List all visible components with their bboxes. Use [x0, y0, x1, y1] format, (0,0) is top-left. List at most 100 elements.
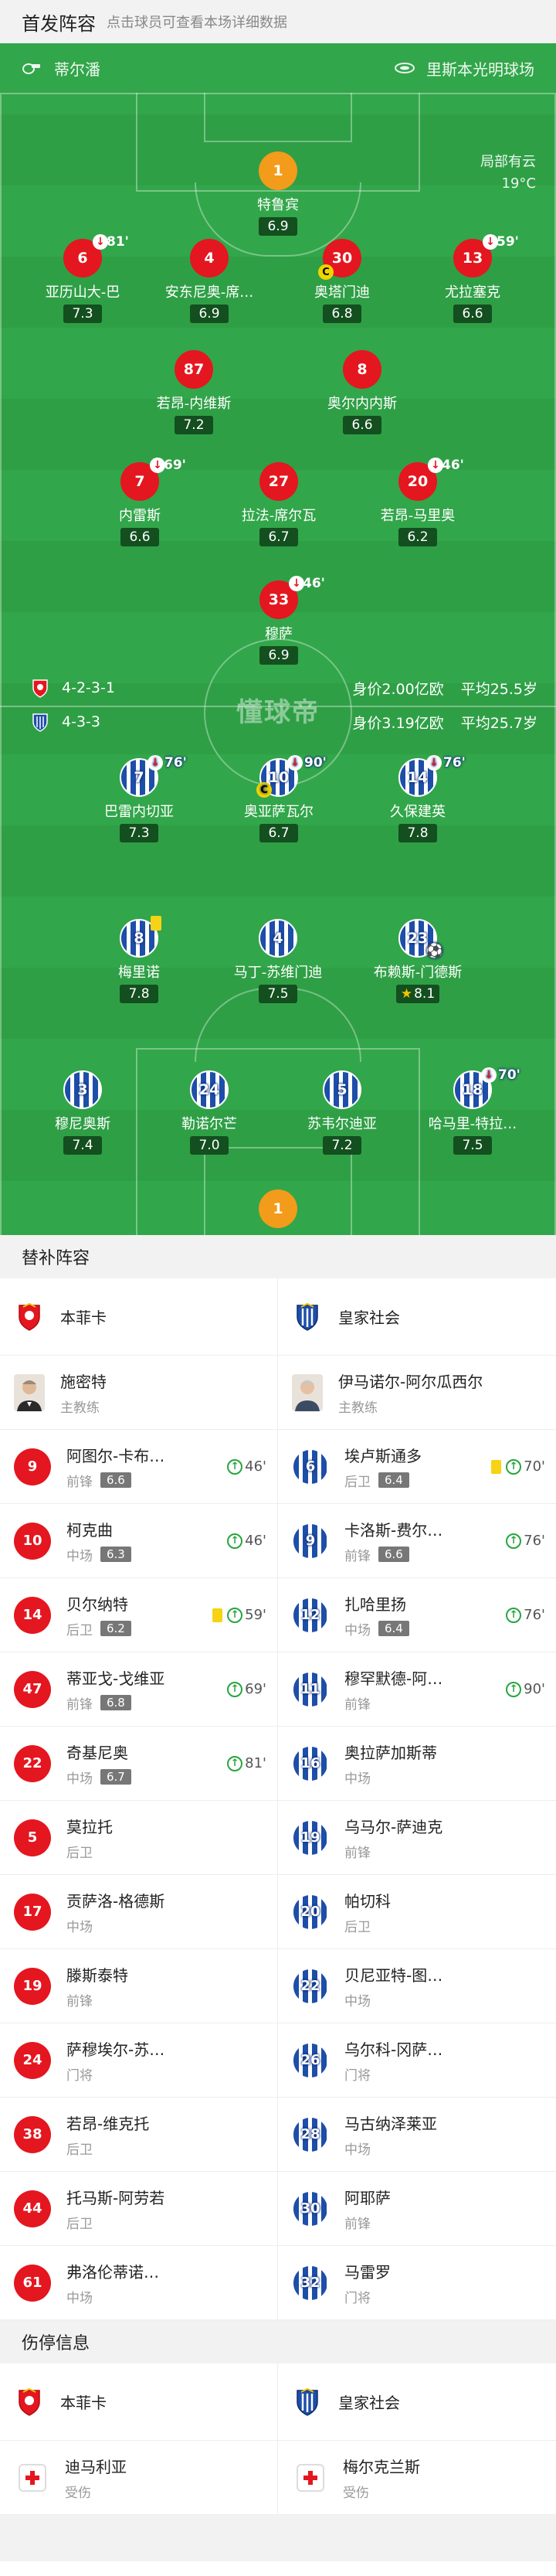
- match-info-row: 蒂尔潘 里斯本光明球场: [0, 43, 556, 93]
- sub-player-row[interactable]: 11 穆罕默德-阿… 前锋 ↑ 90': [278, 1652, 556, 1727]
- player-position: 前锋: [344, 1548, 371, 1564]
- rating-value: 7.5: [267, 986, 289, 1002]
- player-marker[interactable]: 6 ↓ 81' 亚历山大-巴 7.3: [13, 234, 152, 323]
- player-info: 奇基尼奥 中场 6.7: [66, 1741, 227, 1787]
- sub-player-row[interactable]: 30 阿耶萨 前锋: [278, 2172, 556, 2246]
- injury-grid: 本菲卡 皇家社会 迪马利亚 受伤 梅尔克兰斯 受伤: [0, 2363, 556, 2515]
- sub-player-row[interactable]: 22 贝尼亚特-图… 中场: [278, 1949, 556, 2023]
- injury-item[interactable]: 迪马利亚 受伤: [0, 2441, 278, 2515]
- player-number-badge: 12: [292, 1596, 329, 1634]
- player-info: 扎哈里扬 中场 6.4: [344, 1592, 506, 1638]
- sub-player-row[interactable]: 9 卡洛斯-费尔… 前锋 6.6 ↑ 76': [278, 1504, 556, 1578]
- player-name: 卡洛斯-费尔…: [344, 1520, 443, 1540]
- home-coach[interactable]: 施密特 主教练: [0, 1356, 278, 1430]
- away-coach[interactable]: 伊马诺尔-阿尔瓜西尔 主教练: [278, 1356, 556, 1430]
- sub-player-row[interactable]: 16 奥拉萨加斯蒂 中场: [278, 1727, 556, 1801]
- sub-player-row[interactable]: 10 柯克曲 中场 6.3 ↑ 46': [0, 1504, 278, 1578]
- player-info: 阿图尔-卡布… 前锋 6.6: [66, 1444, 227, 1490]
- player-shirt: 27: [259, 462, 298, 501]
- sub-player-row[interactable]: 19 乌马尔-萨迪克 前锋: [278, 1801, 556, 1875]
- substitution-minute: 90': [304, 755, 327, 771]
- player-rating: 7.0: [190, 1136, 229, 1155]
- sub-events: ↑ 76': [506, 1607, 545, 1623]
- sub-player-row[interactable]: 19 滕斯泰特 前锋: [0, 1949, 278, 2023]
- player-info: 若昂-维克托 后卫: [66, 2112, 277, 2158]
- sub-player-row[interactable]: 61 弗洛伦蒂诺… 中场: [0, 2246, 278, 2320]
- player-meta: 门将: [344, 2287, 556, 2306]
- player-number: 11: [300, 1681, 320, 1697]
- player-position: 后卫: [66, 1845, 93, 1861]
- player-marker[interactable]: 8 梅里诺 7.8: [70, 916, 208, 1003]
- player-name: 布赖斯-门德斯: [373, 965, 463, 981]
- player-marker[interactable]: 30 C 奥塔门迪 6.8: [273, 239, 412, 323]
- player-marker[interactable]: 8 奥尔内内斯 6.6: [293, 350, 432, 434]
- player-marker[interactable]: 7 ↓ 69' 内雷斯 6.6: [70, 458, 209, 546]
- sub-player-row[interactable]: 28 马古纳泽莱亚 中场: [278, 2098, 556, 2172]
- player-marker[interactable]: 4 安东尼奥-席… 6.9: [140, 239, 279, 323]
- sub-player-row[interactable]: 17 贡萨洛-格德斯 中场: [0, 1875, 278, 1949]
- player-number: 19: [300, 1829, 320, 1846]
- page-hint: 点击球员可查看本场详细数据: [107, 15, 287, 31]
- substitution-out-icon: ↓: [426, 755, 442, 771]
- player-marker[interactable]: 23 ⚽ 布赖斯-门德斯 ★ 8.1: [348, 919, 487, 1003]
- player-marker[interactable]: 33 ↓ 46' 穆萨 6.9: [209, 576, 348, 665]
- player-marker[interactable]: 14 ↓ 76' 久保建英 7.8: [348, 755, 487, 842]
- player-marker[interactable]: 87 若昂-内维斯 7.2: [124, 350, 263, 434]
- substitution-minute: 81': [245, 1755, 266, 1771]
- player-meta: 中场: [344, 1768, 556, 1787]
- sub-player-row[interactable]: 38 若昂-维克托 后卫: [0, 2098, 278, 2172]
- player-info: 莫拉托 后卫: [66, 1815, 277, 1861]
- sub-player-row[interactable]: 5 莫拉托 后卫: [0, 1801, 278, 1875]
- player-marker[interactable]: 20 ↓ 46' 若昂-马里奥 6.2: [348, 458, 487, 546]
- player-number-badge: 9: [14, 1448, 51, 1485]
- injury-item[interactable]: 梅尔克兰斯 受伤: [278, 2441, 556, 2515]
- player-name: 若昂-马里奥: [380, 508, 456, 524]
- player-name: 马雷罗: [344, 2262, 391, 2282]
- player-number-badge: 22: [14, 1744, 51, 1782]
- player-marker[interactable]: 27 拉法-席尔瓦 6.7: [209, 462, 348, 546]
- player-marker[interactable]: 3 穆尼奥斯 7.4: [13, 1070, 152, 1155]
- weather-desc: 局部有云: [480, 154, 536, 170]
- player-marker[interactable]: 13 ↓ 59' 尤拉塞克 6.6: [403, 234, 542, 323]
- page-footer: [0, 2515, 556, 2561]
- player-position: 门将: [66, 2067, 93, 2084]
- sub-player-row[interactable]: 9 阿图尔-卡布… 前锋 6.6 ↑ 46': [0, 1430, 278, 1504]
- captain-badge-icon: C: [318, 264, 334, 280]
- away-team-header: 皇家社会: [278, 1278, 556, 1356]
- player-rating: 6.2: [100, 1621, 131, 1636]
- sub-player-row[interactable]: 22 奇基尼奥 中场 6.7 ↑ 81': [0, 1727, 278, 1801]
- watermark: 懂球帝: [236, 697, 320, 728]
- sub-player-row[interactable]: 44 托马斯-阿劳若 后卫: [0, 2172, 278, 2246]
- sub-player-row[interactable]: 14 贝尔纳特 后卫 6.2 ↑ 59': [0, 1578, 278, 1652]
- sub-events: ↑ 46': [227, 1533, 266, 1549]
- player-number-badge: 32: [292, 2264, 329, 2302]
- sub-player-row[interactable]: 32 马雷罗门将: [278, 2246, 556, 2320]
- player-meta: 中场 6.7: [66, 1768, 227, 1787]
- medical-kit-icon: [297, 2463, 324, 2492]
- player-marker[interactable]: 1雷米罗7.1: [208, 1189, 348, 1235]
- player-info: 阿耶萨 前锋: [344, 2186, 556, 2232]
- sub-player-row[interactable]: 47 蒂亚戈-戈维亚 前锋 6.8 ↑ 69': [0, 1652, 278, 1727]
- sub-player-row[interactable]: 6 埃卢斯通多 后卫 6.4 ↑ 70': [278, 1430, 556, 1504]
- player-marker[interactable]: 4 马丁-苏维门迪 7.5: [208, 919, 348, 1003]
- player-position: 中场: [344, 1622, 371, 1638]
- player-marker[interactable]: 5 苏韦尔迪亚 7.2: [273, 1070, 412, 1155]
- player-marker[interactable]: 7 ↓ 76' 巴雷内切亚 7.3: [70, 755, 208, 842]
- player-shirt: 24: [190, 1070, 229, 1109]
- player-marker[interactable]: 24 勒诺尔芒 7.0: [140, 1070, 279, 1155]
- player-marker[interactable]: 18 ↓ 70' 哈马里-特拉… 7.5: [403, 1067, 542, 1155]
- player-number: 3: [77, 1081, 88, 1098]
- sub-player-row[interactable]: 26 乌尔科-冈萨… 门将: [278, 2023, 556, 2098]
- sub-player-row[interactable]: 12 扎哈里扬 中场 6.4 ↑ 76': [278, 1578, 556, 1652]
- player-meta: 后卫: [66, 1842, 277, 1861]
- player-marker[interactable]: 1 特鲁宾 6.9: [208, 151, 348, 236]
- player-number: 61: [22, 2275, 42, 2291]
- player-marker[interactable]: 10 ↓ 90' C 奥亚萨瓦尔 6.7: [209, 755, 348, 842]
- player-number: 8: [357, 361, 368, 378]
- player-shirt: 4: [259, 919, 297, 958]
- player-name: 奥尔内内斯: [327, 396, 397, 412]
- sub-player-row[interactable]: 20 帕切科 后卫: [278, 1875, 556, 1949]
- player-name: 帕切科: [344, 1891, 391, 1911]
- sub-player-row[interactable]: 24 萨穆埃尔-苏… 门将: [0, 2023, 278, 2098]
- player-number: 27: [268, 473, 290, 490]
